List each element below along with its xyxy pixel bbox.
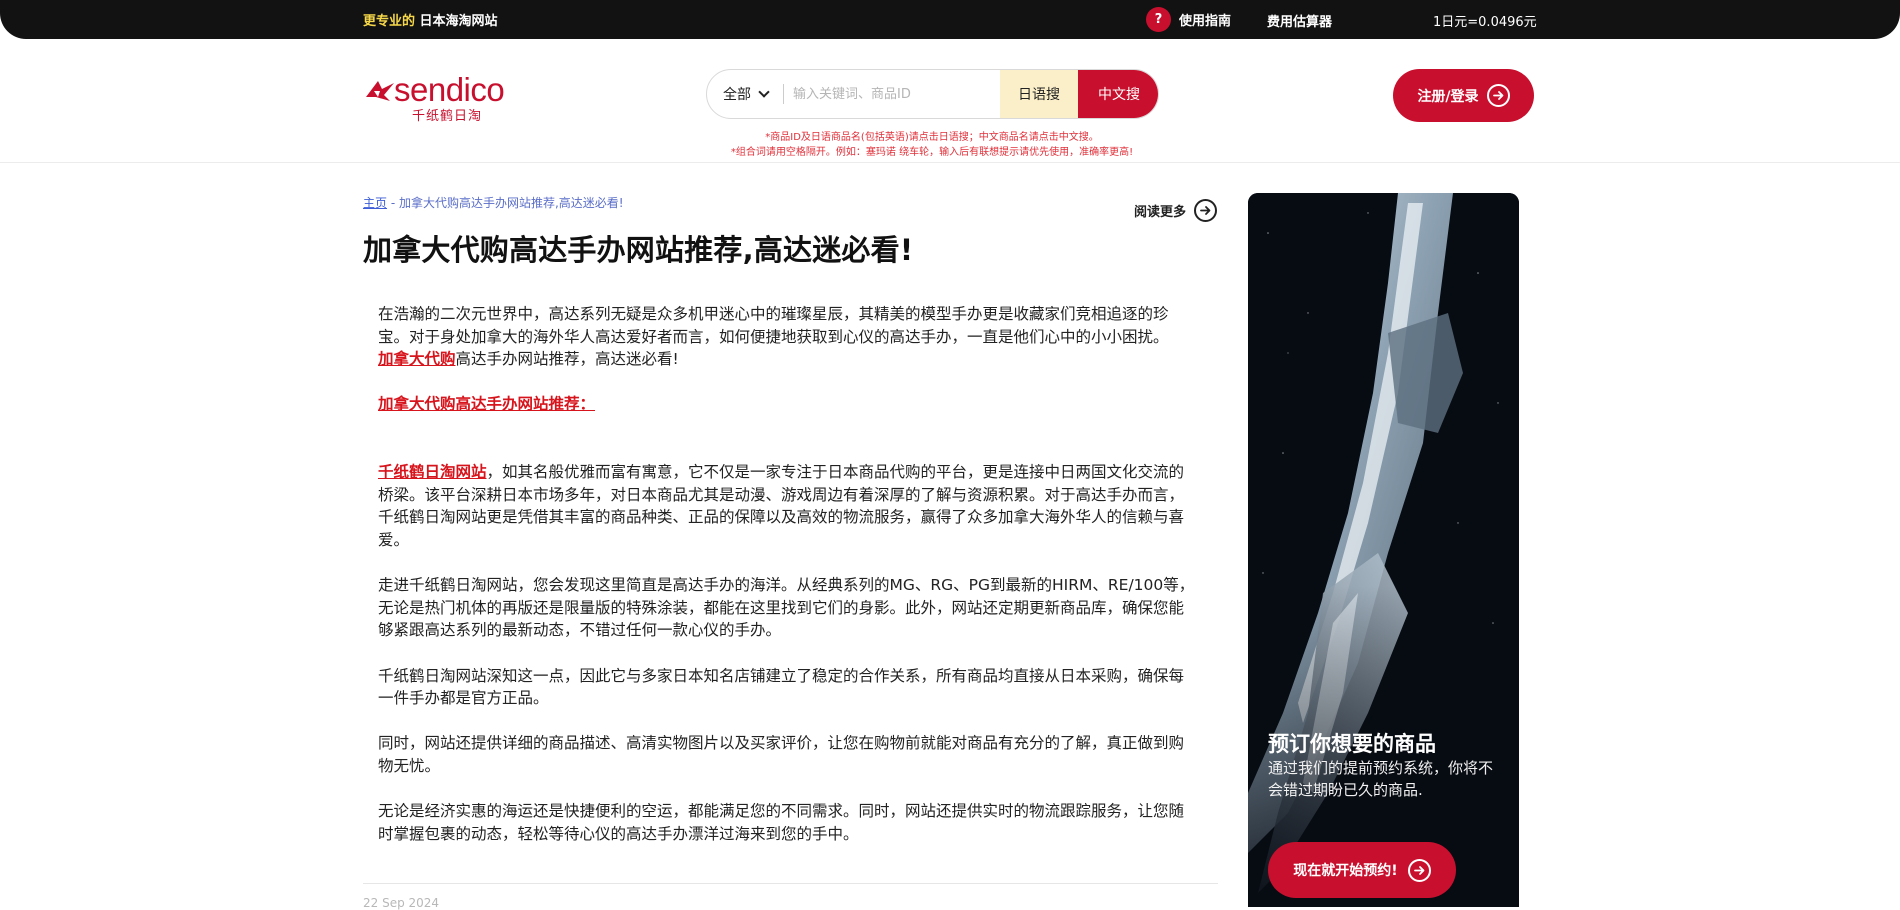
search-category-value: 全部 <box>723 87 751 103</box>
canada-proxy-link[interactable]: 加拿大代购 <box>378 350 456 368</box>
search-divider <box>783 84 784 104</box>
slogan-text: 日本海淘网站 <box>415 14 498 29</box>
logo-subtitle: 千纸鹤日淘 <box>412 109 483 124</box>
site-header: sendico 千纸鹤日淘 全部 日语搜 中文搜 *商品ID及日语商品名(包括英… <box>0 39 1900 163</box>
top-slogan: 更专业的 日本海淘网站 <box>363 10 498 29</box>
help-icon: ? <box>1146 7 1171 32</box>
crane-logo-icon <box>366 81 394 101</box>
read-more-link[interactable]: 阅读更多 <box>1134 199 1218 222</box>
paragraph-text: 在浩瀚的二次元世界中，高达系列无疑是众多机甲迷心中的璀璨星辰，其精美的模型手办更… <box>378 305 1169 346</box>
promo-description: 通过我们的提前预约系统，你将不会错过期盼已久的商品. <box>1268 759 1494 799</box>
paragraph-text: ，如其名般优雅而富有寓意，它不仅是一家专注于日本商品代购的平台，更是连接中日两国… <box>378 463 1185 549</box>
breadcrumb-home-link[interactable]: 主页 <box>363 196 387 210</box>
top-bar: 更专业的 日本海淘网站 ? 使用指南 费用估算器 1日元=0.0496元 <box>0 0 1900 39</box>
article-paragraph: 无论是经济实惠的海运还是快捷便利的空运，都能满足您的不同需求。同时，网站还提供实… <box>378 802 1185 843</box>
article-paragraph: 千纸鹤日淘网站，如其名般优雅而富有寓意，它不仅是一家专注于日本商品代购的平台，更… <box>378 461 1198 551</box>
arrow-right-circle-icon <box>1194 199 1218 222</box>
user-guide-label: 使用指南 <box>1179 14 1232 29</box>
start-preorder-label: 现在就开始预约! <box>1293 863 1398 879</box>
logo-word: sendico <box>394 71 505 108</box>
search-hint-2: *组合词请用空格隔开。例如：塞玛诺 绕车轮，输入后有联想提示请优先使用，准确率更… <box>730 147 1134 158</box>
slogan-highlight: 更专业的 <box>363 14 416 29</box>
start-preorder-button[interactable]: 现在就开始预约! <box>1268 842 1456 898</box>
publish-date: 22 Sep 2024 <box>363 896 440 910</box>
register-login-label: 注册/登录 <box>1417 88 1479 105</box>
article-subheading: 加拿大代购高达手办网站推荐： <box>378 393 1198 416</box>
article-paragraph: 走进千纸鹤日淘网站，您会发现这里简直是高达手办的海洋。从经典系列的MG、RG、P… <box>378 576 1195 640</box>
article-divider <box>363 883 1218 884</box>
site-logo[interactable]: sendico 千纸鹤日淘 <box>364 71 505 124</box>
read-more-label: 阅读更多 <box>1134 205 1187 220</box>
recommendation-heading-link[interactable]: 加拿大代购高达手办网站推荐： <box>378 395 595 413</box>
user-guide-link[interactable]: ? 使用指南 <box>1146 7 1231 32</box>
search-category-select[interactable]: 全部 <box>717 70 774 118</box>
search-hint-1: *商品ID及日语商品名(包括英语)请点击日语搜；中文商品名请点击中文搜。 <box>765 132 1099 143</box>
fee-estimator-link[interactable]: 费用估算器 <box>1267 11 1332 30</box>
chevron-down-icon <box>758 86 770 98</box>
promo-title: 预订你想要的商品 <box>1268 732 1436 756</box>
arrow-right-circle-icon <box>1407 858 1431 882</box>
page-title: 加拿大代购高达手办网站推荐,高达迷必看! <box>363 233 914 267</box>
article-paragraph: 在浩瀚的二次元世界中，高达系列无疑是众多机甲迷心中的璀璨星辰，其精美的模型手办更… <box>378 303 1198 371</box>
exchange-rate: 1日元=0.0496元 <box>1433 15 1537 30</box>
breadcrumb-separator: - <box>387 196 399 210</box>
article-paragraph: 同时，网站还提供详细的商品描述、高清实物图片以及买家评价，让您在购物前就能对商品… <box>378 734 1185 775</box>
preorder-promo-card: 预订你想要的商品 通过我们的提前预约系统，你将不会错过期盼已久的商品. 现在就开… <box>1248 193 1519 907</box>
paragraph-tail-text: 高达手办网站推荐，高达迷必看! <box>455 350 679 369</box>
japanese-search-button[interactable]: 日语搜 <box>1000 70 1078 118</box>
breadcrumb: 主页 - 加拿大代购高达手办网站推荐,高达迷必看! <box>363 194 624 211</box>
register-login-button[interactable]: 注册/登录 <box>1393 69 1534 122</box>
sendico-site-link[interactable]: 千纸鹤日淘网站 <box>378 463 487 481</box>
arrow-right-circle-icon <box>1486 84 1510 107</box>
chinese-search-button[interactable]: 中文搜 <box>1078 70 1158 118</box>
search-input[interactable] <box>793 80 989 108</box>
breadcrumb-current: 加拿大代购高达手办网站推荐,高达迷必看! <box>398 196 624 210</box>
article-paragraph: 千纸鹤日淘网站深知这一点，因此它与多家日本知名店铺建立了稳定的合作关系，所有商品… <box>378 666 1185 708</box>
article-body: 在浩瀚的二次元世界中，高达系列无疑是众多机甲迷心中的璀璨星辰，其精美的模型手办更… <box>378 303 1198 845</box>
search-bar: 全部 日语搜 中文搜 <box>706 69 1159 119</box>
